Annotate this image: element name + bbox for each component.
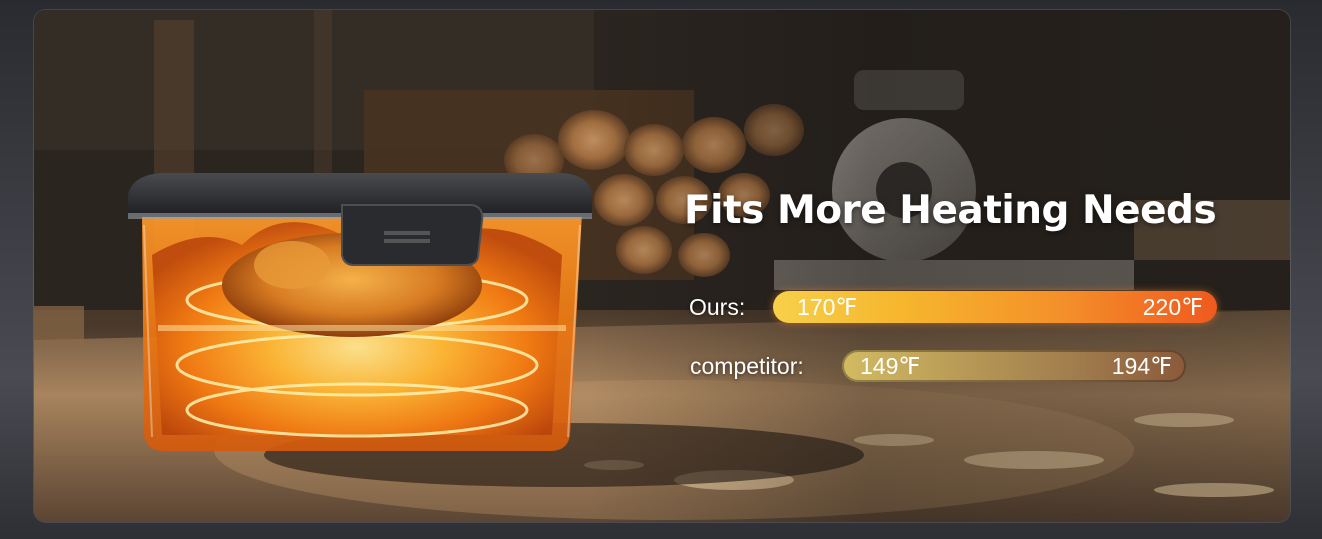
headline: Fits More Heating Needs bbox=[684, 188, 1217, 233]
competitor-label: competitor: bbox=[690, 353, 804, 379]
text-backdrop bbox=[590, 10, 1290, 522]
product-banner: Fits More Heating Needs Ours: 170℉ 220℉ … bbox=[34, 10, 1290, 522]
page-frame: Fits More Heating Needs Ours: 170℉ 220℉ … bbox=[0, 0, 1322, 539]
competitor-temperature-bar: 149℉ 194℉ bbox=[842, 350, 1186, 382]
ours-temperature-bar: 170℉ 220℉ bbox=[773, 291, 1217, 323]
competitor-row: competitor: 149℉ 194℉ bbox=[690, 350, 1190, 384]
ours-label: Ours: bbox=[689, 294, 746, 320]
ours-min-temp: 170℉ bbox=[797, 294, 858, 320]
competitor-min-temp: 149℉ bbox=[860, 353, 921, 379]
competitor-max-temp: 194℉ bbox=[1111, 353, 1172, 379]
food-container-illustration bbox=[128, 173, 592, 451]
ours-max-temp: 220℉ bbox=[1142, 294, 1203, 320]
ours-row: Ours: 170℉ 220℉ bbox=[689, 291, 1229, 325]
